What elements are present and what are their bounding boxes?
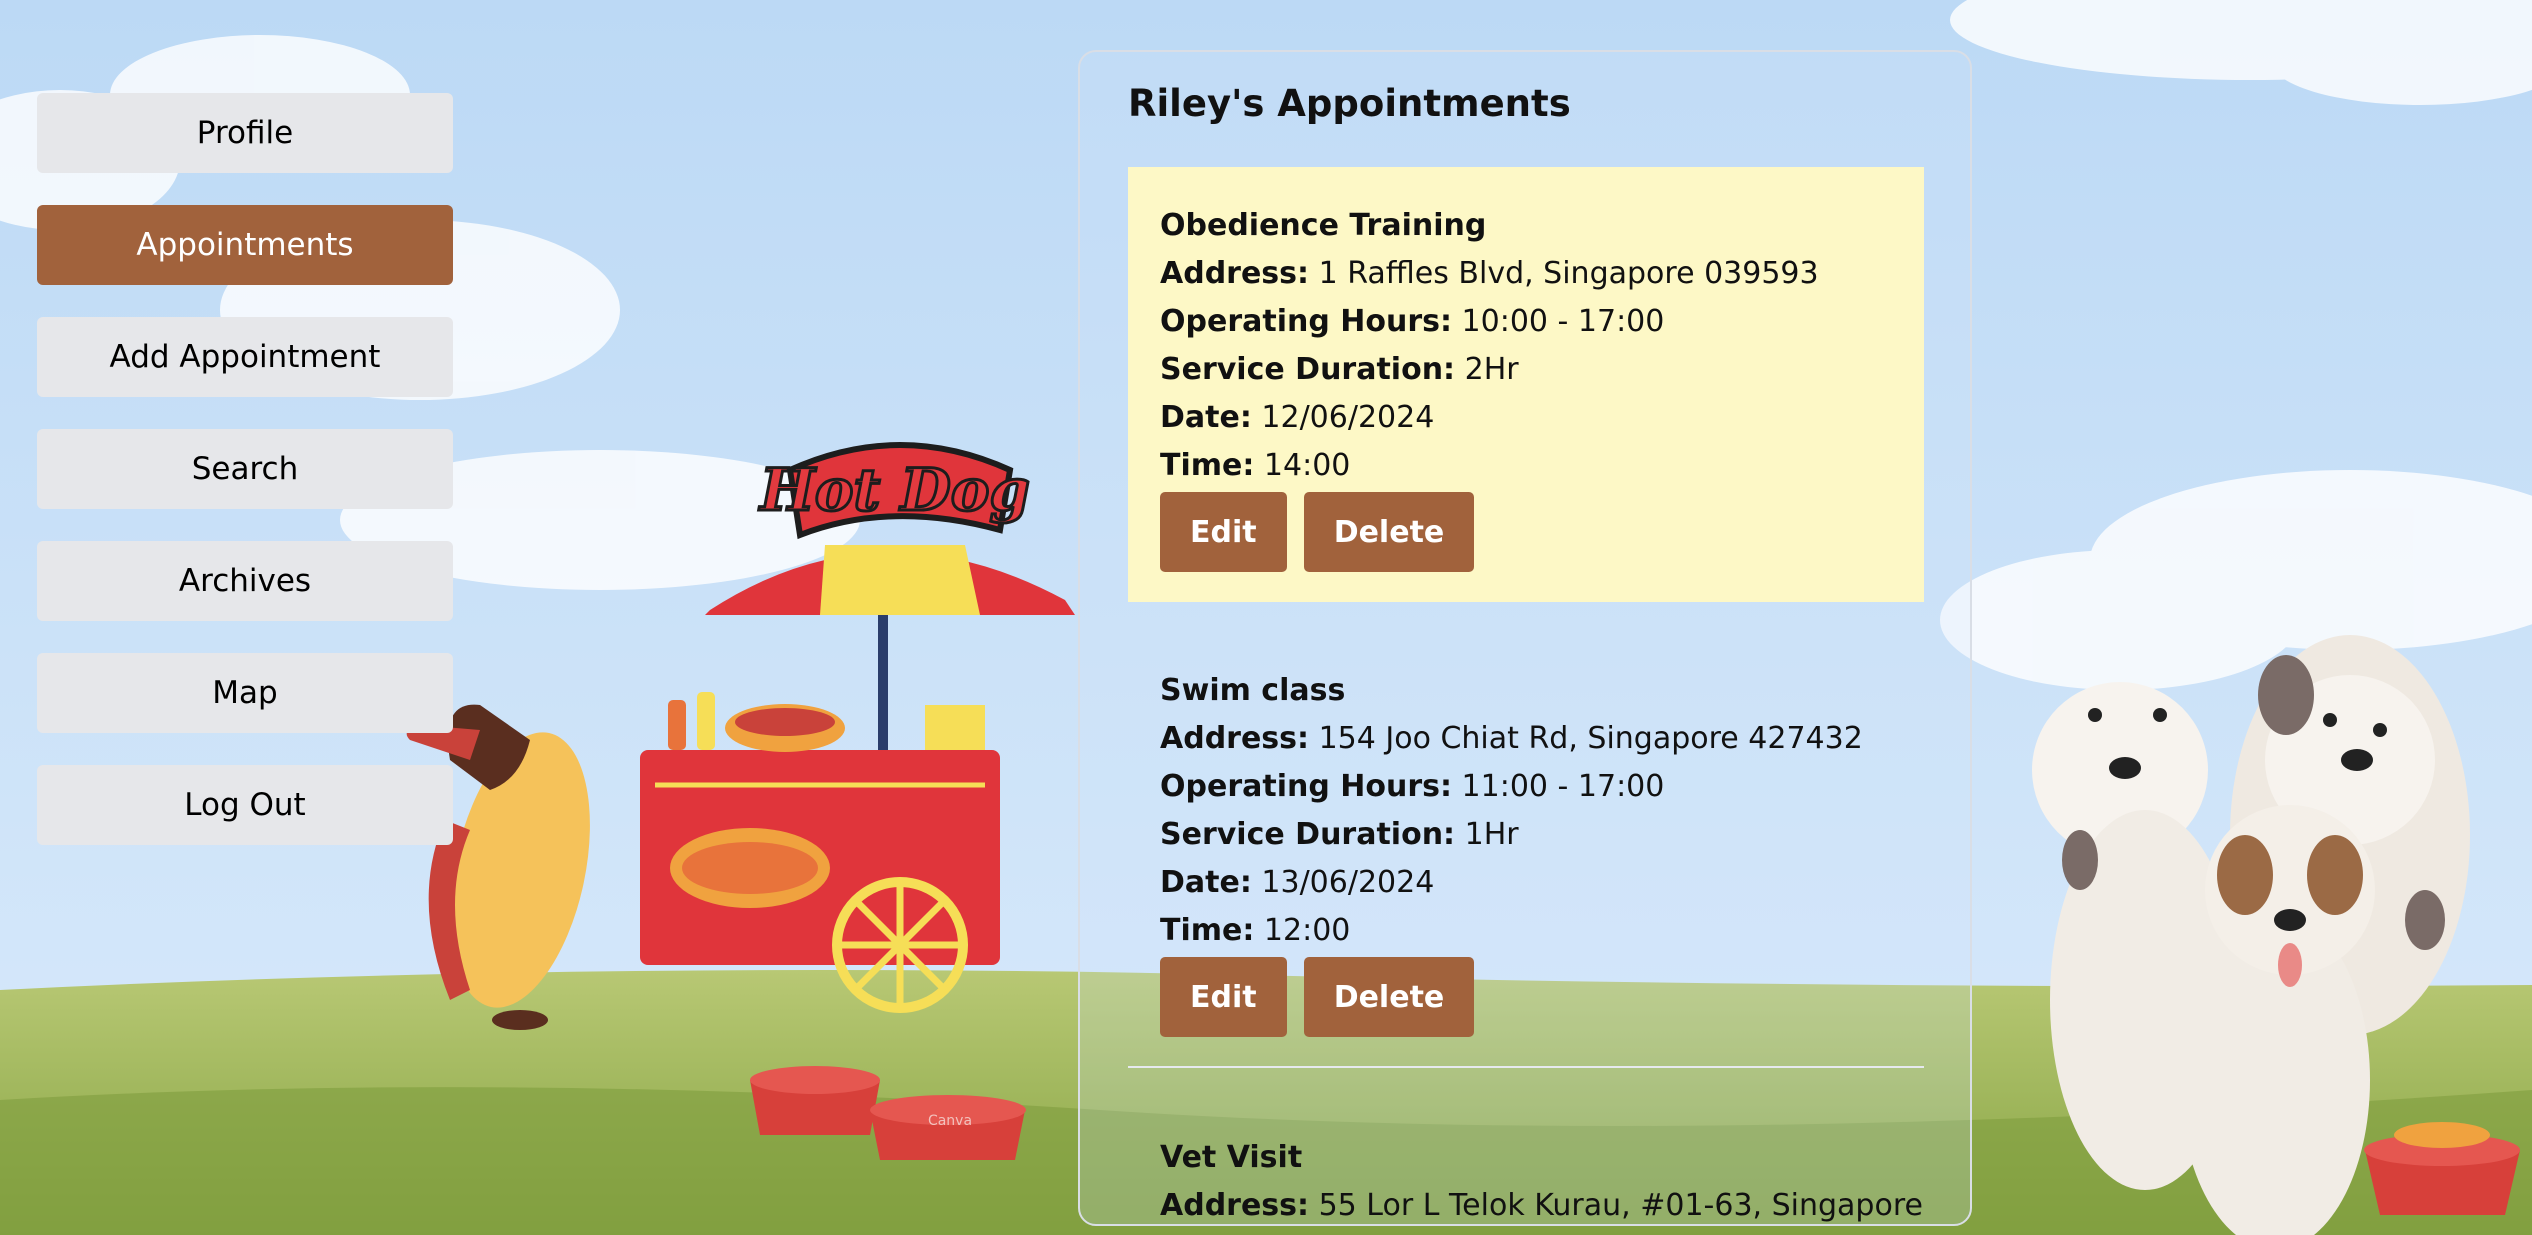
appointment-hours: Operating Hours: 10:00 - 17:00 xyxy=(1160,304,1665,339)
appointment-hours: Operating Hours: 11:00 - 17:00 xyxy=(1160,769,1665,804)
delete-button[interactable]: Delete xyxy=(1303,492,1475,572)
delete-button[interactable]: Delete xyxy=(1303,957,1475,1037)
nav-search-button[interactable]: Search xyxy=(37,429,453,509)
nav-archives-button[interactable]: Archives xyxy=(37,541,453,621)
nav-log-out-button[interactable]: Log Out xyxy=(37,765,453,845)
appointment-address: Address: 55 Lor L Telok Kurau, #01-63, S… xyxy=(1160,1188,1923,1223)
appointment-name: Vet Visit xyxy=(1160,1140,1303,1175)
nav-appointments-button[interactable]: Appointments xyxy=(37,205,453,285)
appointment-actions: Edit Delete xyxy=(1160,492,1892,572)
appointment-address: Address: 154 Joo Chiat Rd, Singapore 427… xyxy=(1160,721,1863,756)
divider xyxy=(1128,1066,1924,1068)
appointment-actions: Edit Delete xyxy=(1160,957,1892,1037)
appointment-card: Vet Visit Address: 55 Lor L Telok Kurau,… xyxy=(1128,1134,1924,1224)
nav-profile-button[interactable]: Profile xyxy=(37,93,453,173)
appointment-time: Time: 12:00 xyxy=(1160,913,1351,948)
nav-map-button[interactable]: Map xyxy=(37,653,453,733)
appointment-address: Address: 1 Raffles Blvd, Singapore 03959… xyxy=(1160,256,1819,291)
appointment-name: Obedience Training xyxy=(1160,208,1487,243)
bowl-label-text: Canva xyxy=(928,1113,972,1129)
appointment-card: Swim class Address: 154 Joo Chiat Rd, Si… xyxy=(1128,667,1924,1037)
appointments-panel[interactable]: Riley's Appointments Obedience Training … xyxy=(1078,50,1972,1226)
appointment-duration: Service Duration: 1Hr xyxy=(1160,817,1519,852)
appointment-date: Date: 12/06/2024 xyxy=(1160,400,1435,435)
nav-add-appointment-button[interactable]: Add Appointment xyxy=(37,317,453,397)
appointment-name: Swim class xyxy=(1160,673,1346,708)
appointment-card: Obedience Training Address: 1 Raffles Bl… xyxy=(1128,167,1924,602)
appointment-time: Time: 14:00 xyxy=(1160,448,1351,483)
dogs-illustration xyxy=(2032,635,2520,1235)
page-title: Riley's Appointments xyxy=(1128,82,1571,125)
edit-button[interactable]: Edit xyxy=(1160,492,1287,572)
edit-button[interactable]: Edit xyxy=(1160,957,1287,1037)
appointment-date: Date: 13/06/2024 xyxy=(1160,865,1435,900)
hot-dog-sign-text: Hot Dog xyxy=(758,456,1030,524)
sidebar-nav: Profile Appointments Add Appointment Sea… xyxy=(37,93,453,877)
appointment-duration: Service Duration: 2Hr xyxy=(1160,352,1519,387)
